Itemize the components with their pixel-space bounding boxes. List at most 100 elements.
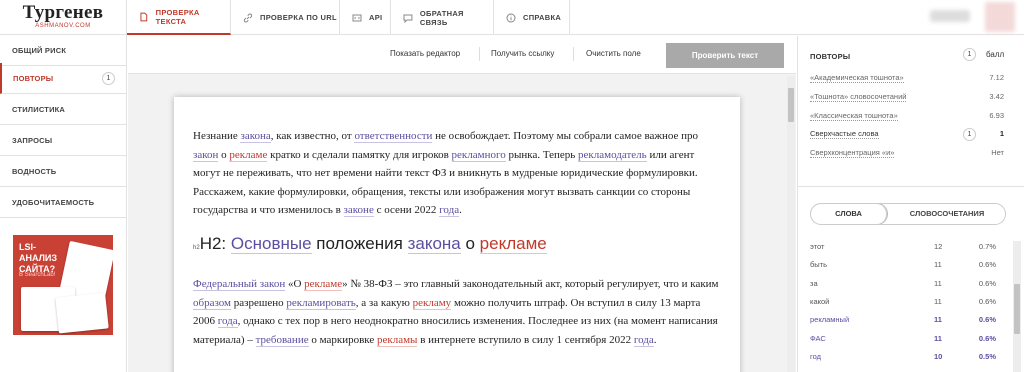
word-row[interactable]: рекламный 11 0.6% (810, 312, 996, 330)
tab-label: ПРОВЕРКА ПО URL (260, 13, 337, 22)
text-run: . (653, 333, 657, 346)
check-text-button[interactable]: Проверить текст (666, 43, 784, 68)
word-percent: 0.6% (978, 260, 996, 270)
frequent-word-highlight: рекламы (377, 333, 418, 347)
repeated-word-highlight: года (217, 315, 238, 328)
panel-scrollbar-thumb[interactable] (1014, 284, 1020, 334)
word-row[interactable]: этот 12 0.7% (810, 239, 996, 257)
tab-help[interactable]: СПРАВКА (494, 0, 570, 35)
text-run: положения (311, 234, 408, 253)
sidebar-item-label: ОБЩИЙ РИСК (12, 45, 67, 55)
text-editor[interactable]: Незнание закона, как известно, от ответс… (174, 97, 740, 372)
paragraph-2[interactable]: Федеральный закон «О рекламе» № 38-ФЗ – … (193, 275, 723, 349)
word-count: 11 (934, 278, 942, 288)
repeated-word-highlight: рекламировать (286, 296, 356, 310)
sidebar-item-queries[interactable]: ЗАПРОСЫ (0, 125, 127, 156)
word-percent: 0.7% (978, 242, 996, 251)
sidebar-item-label: УДОБОЧИТАЕМОСТЬ (12, 197, 95, 207)
toolbar-divider (573, 47, 574, 61)
metric-value: Нет (991, 148, 1004, 157)
heading-h2[interactable]: h2H2: Основные положения закона о реклам… (193, 234, 547, 254)
repeated-word-highlight: законе (343, 204, 374, 217)
word-text: за (810, 278, 818, 288)
toolbar-divider (479, 47, 480, 61)
avatar[interactable] (985, 2, 1015, 32)
word-row[interactable]: быть 11 0.6% (810, 257, 996, 275)
promo-banner[interactable]: LSI-АНАЛИЗ САЙТА? В SearchLab! (13, 235, 113, 335)
word-count: 11 (934, 315, 942, 325)
editor-scrollbar-thumb[interactable] (788, 88, 794, 122)
sidebar: ОБЩИЙ РИСК ПОВТОРЫ 1 СТИЛИСТИКА ЗАПРОСЫ … (0, 35, 127, 372)
text-run: кратко и сделали памятку для игроков (267, 148, 452, 161)
repeated-word-highlight: ответственности (354, 130, 433, 143)
panel-title: ПОВТОРЫ (810, 52, 851, 61)
text-run: , как известно, от (270, 130, 355, 142)
get-link-button[interactable]: Получить ссылку (491, 49, 554, 58)
word-text: ФАС (810, 333, 826, 343)
text-run: с осени 2022 (373, 204, 440, 216)
metric-label: «Тошнота» словосочетаний (810, 92, 907, 102)
metric-phrase-nausea[interactable]: «Тошнота» словосочетаний 3.42 (810, 89, 1004, 107)
metric-label: Сверхчастые слова (810, 129, 879, 139)
word-text: какой (810, 296, 830, 306)
logo-title: Тургенев (22, 2, 104, 23)
repeated-word-highlight: рекламодатель (578, 148, 647, 162)
word-row[interactable]: год 10 0.5% (810, 349, 996, 367)
clear-button[interactable]: Очистить поле (586, 49, 641, 58)
paragraph-1[interactable]: Незнание закона, как известно, от ответс… (193, 127, 723, 220)
results-panel: ПОВТОРЫ 1 балл «Академическая тошнота» 7… (797, 36, 1024, 372)
word-percent: 0.6% (978, 315, 996, 325)
top-bar: Тургенев ASHMANOV.COM ПРОВЕРКА ТЕКСТА ПР… (0, 0, 1024, 35)
tab-api[interactable]: API (340, 0, 391, 35)
chat-icon (403, 14, 413, 23)
text-run: . (459, 204, 462, 216)
word-count: 11 (934, 333, 942, 343)
word-percent: 0.6% (978, 296, 996, 306)
frequent-word-highlight: рекламу (412, 296, 452, 310)
word-row[interactable]: за 11 0.6% (810, 276, 996, 294)
link-icon (243, 13, 253, 22)
score-badge: 1 (963, 48, 976, 61)
words-phrases-toggle: СЛОВА СЛОВОСОЧЕТАНИЯ (810, 203, 1006, 225)
repeated-word-highlight: рекламного (451, 148, 506, 162)
metric-and-concentration[interactable]: Сверхконцентрация «и» Нет (810, 145, 1004, 163)
editor-toolbar: Показать редактор Получить ссылку Очисти… (128, 36, 796, 74)
tab-url-check[interactable]: ПРОВЕРКА ПО URL (231, 0, 340, 35)
metric-value: 7.12 (989, 73, 1004, 82)
metric-frequent-words[interactable]: Сверхчастые слова 1 1 (810, 126, 1004, 144)
text-run: Незнание (193, 130, 241, 142)
sidebar-item-label: ВОДНОСТЬ (12, 166, 57, 176)
sidebar-item-stylistics[interactable]: СТИЛИСТИКА (0, 94, 127, 125)
sidebar-item-readability[interactable]: УДОБОЧИТАЕМОСТЬ (0, 187, 127, 218)
sidebar-item-repeats[interactable]: ПОВТОРЫ 1 (0, 63, 127, 94)
toggle-phrases[interactable]: СЛОВОСОЧЕТАНИЯ (889, 204, 1005, 224)
document-icon (140, 12, 148, 21)
user-name-blurred[interactable] (930, 10, 970, 22)
heading-text: H2: Основные положения закона о рекламе (200, 234, 547, 254)
word-text: этот (810, 242, 825, 251)
tab-feedback[interactable]: ОБРАТНАЯ СВЯЗЬ (391, 0, 494, 35)
text-run: о маркировке (308, 333, 377, 346)
metric-academic-nausea[interactable]: «Академическая тошнота» 7.12 (810, 70, 1004, 88)
text-run: о (460, 234, 480, 253)
logo-subtitle: ASHMANOV.COM (35, 23, 91, 29)
word-row[interactable]: ФАС 11 0.6% (810, 331, 996, 349)
toggle-words[interactable]: СЛОВА (811, 204, 887, 224)
word-row[interactable]: какой 11 0.6% (810, 294, 996, 312)
logo[interactable]: Тургенев ASHMANOV.COM (0, 0, 127, 35)
word-percent: 0.5% (978, 351, 996, 361)
text-run: в интернете вступило в силу 1 сентября 2… (417, 333, 634, 346)
repeated-word-highlight: Основные (230, 234, 312, 254)
tab-text-check[interactable]: ПРОВЕРКА ТЕКСТА (127, 0, 231, 35)
text-run: не освобождает. Поэтому мы собрали самое… (432, 130, 699, 142)
metric-classic-nausea[interactable]: «Классическая тошнота» 6.93 (810, 108, 1004, 126)
metric-label: Сверхконцентрация «и» (810, 148, 895, 158)
sidebar-item-wateriness[interactable]: ВОДНОСТЬ (0, 156, 127, 187)
show-editor-button[interactable]: Показать редактор (390, 49, 460, 58)
promo-title: LSI-АНАЛИЗ САЙТА? (19, 242, 58, 274)
frequent-word-highlight: рекламе (479, 234, 547, 254)
word-count: 12 (934, 242, 943, 251)
code-icon (352, 14, 362, 21)
repeated-word-highlight: Федеральный закон (193, 278, 286, 291)
sidebar-item-general-risk[interactable]: ОБЩИЙ РИСК (0, 35, 127, 66)
